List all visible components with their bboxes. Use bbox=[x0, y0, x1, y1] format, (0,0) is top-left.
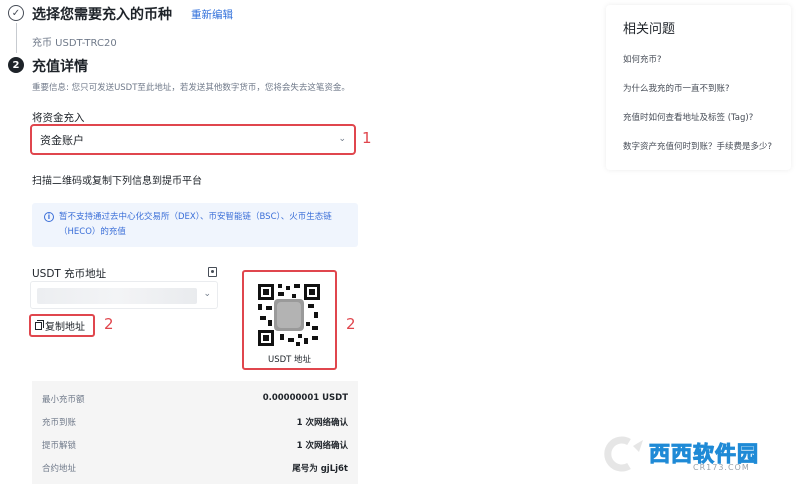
annotation-3: 2 bbox=[346, 315, 356, 333]
re-edit-link[interactable]: 重新编辑 bbox=[191, 7, 233, 22]
step-1-check-icon: ✓ bbox=[8, 5, 24, 21]
important-notice: 重要信息: 您只可发送USDT至此地址，若发送其他数字货币，您将会失去这笔资金。 bbox=[32, 83, 350, 93]
deposit-address-label: USDT 充币地址 bbox=[32, 268, 107, 280]
annotation-1: 1 bbox=[362, 129, 372, 147]
qr-code-box: USDT 地址 bbox=[242, 270, 337, 370]
detail-value: 0.00000001 USDT bbox=[262, 393, 348, 403]
copy-icon bbox=[35, 319, 44, 330]
related-item[interactable]: 为什么我充的币一直不到账? bbox=[623, 82, 730, 94]
info-banner: i 暂不支持通过去中心化交易所（DEX）、币安智能链（BSC）、火币生态链（HE… bbox=[32, 203, 358, 247]
step-2-title: 充值详情 bbox=[32, 59, 88, 75]
account-select[interactable]: 资金账户 ⌄ bbox=[30, 124, 356, 155]
step-1-title: 选择您需要充入的币种 bbox=[32, 7, 172, 23]
watermark: 西西软件园 CR173.COM bbox=[597, 434, 777, 474]
watermark-logo-icon bbox=[604, 436, 643, 472]
related-item[interactable]: 数字资产充值何时到账？手续费是多少? bbox=[623, 140, 772, 152]
related-title: 相关问题 bbox=[623, 22, 676, 37]
qr-code bbox=[256, 282, 322, 348]
fund-into-label: 将资金充入 bbox=[32, 112, 85, 124]
scan-instruction: 扫描二维码或复制下列信息到提币平台 bbox=[32, 176, 202, 187]
step-connector bbox=[15, 23, 17, 53]
detail-row: 充币到账 1 次网络确认 bbox=[42, 416, 348, 428]
detail-row: 最小充币额 0.00000001 USDT bbox=[42, 393, 348, 405]
info-text: 暂不支持通过去中心化交易所（DEX）、币安智能链（BSC）、火币生态链（HECO… bbox=[59, 212, 332, 237]
related-item[interactable]: 充值时如何查看地址及标签 (Tag)? bbox=[623, 111, 753, 123]
deposit-address-field[interactable]: ⌄ bbox=[30, 281, 218, 309]
account-select-value: 资金账户 bbox=[40, 133, 84, 147]
address-blurred bbox=[37, 288, 197, 304]
chevron-down-icon: ⌄ bbox=[338, 134, 346, 144]
detail-key: 最小充币额 bbox=[42, 395, 85, 405]
detail-value: 尾号为 gjLj6t bbox=[292, 464, 348, 474]
info-icon: i bbox=[44, 212, 54, 222]
detail-row: 提币解锁 1 次网络确认 bbox=[42, 439, 348, 451]
detail-key: 提币解锁 bbox=[42, 441, 77, 451]
selected-coin: 充币 USDT-TRC20 bbox=[32, 38, 117, 49]
detail-key: 充币到账 bbox=[42, 418, 77, 428]
watermark-domain: CR173.COM bbox=[693, 463, 750, 472]
detail-key: 合约地址 bbox=[42, 464, 77, 474]
address-book-icon[interactable] bbox=[208, 267, 217, 277]
related-item[interactable]: 如何充币? bbox=[623, 53, 662, 65]
copy-address-button[interactable]: 复制地址 bbox=[29, 314, 95, 337]
detail-row: 合约地址 尾号为 gjLj6t bbox=[42, 462, 348, 474]
detail-value: 1 次网络确认 bbox=[296, 441, 348, 451]
chevron-down-icon[interactable]: ⌄ bbox=[203, 289, 211, 299]
qr-code-label: USDT 地址 bbox=[267, 355, 312, 365]
related-questions-panel: 相关问题 如何充币? 为什么我充的币一直不到账? 充值时如何查看地址及标签 (T… bbox=[606, 5, 791, 170]
step-2-indicator: 2 bbox=[8, 57, 24, 73]
annotation-2: 2 bbox=[104, 315, 114, 333]
deposit-details: 最小充币额 0.00000001 USDT 充币到账 1 次网络确认 提币解锁 … bbox=[32, 381, 358, 484]
detail-value: 1 次网络确认 bbox=[296, 418, 348, 428]
copy-address-label: 复制地址 bbox=[45, 322, 85, 333]
